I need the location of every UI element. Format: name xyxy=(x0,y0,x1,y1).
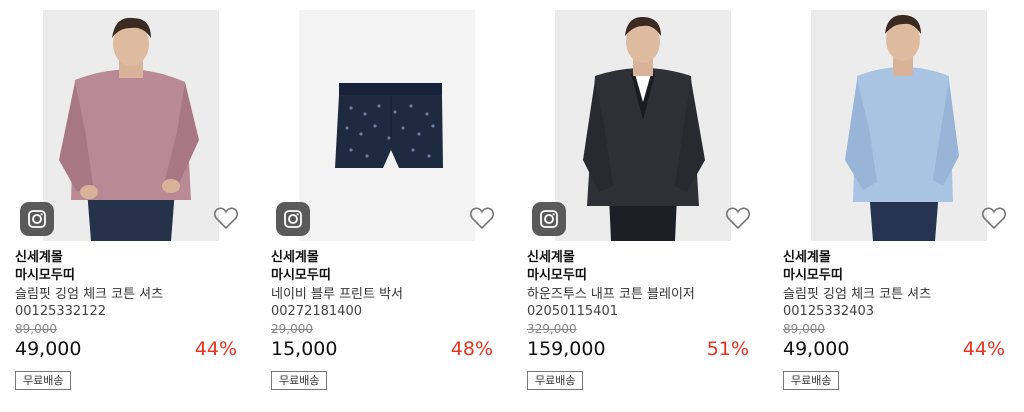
instagram-icon[interactable] xyxy=(276,202,310,236)
price-row: 15,000 48% xyxy=(271,337,503,361)
heart-outline-icon[interactable] xyxy=(213,206,239,230)
product-code: 00272181400 xyxy=(271,304,362,319)
sale-price: 49,000 xyxy=(15,338,82,360)
free-shipping-badge: 무료배송 xyxy=(527,371,584,390)
instagram-icon[interactable] xyxy=(20,202,54,236)
heart-outline-icon[interactable] xyxy=(981,206,1007,230)
sale-price: 15,000 xyxy=(271,338,338,360)
product-code: 00125332403 xyxy=(783,304,874,319)
product-grid: 신세계몰 마시모두띠 슬림핏 깅엄 체크 코튼 셔츠 00125332122 8… xyxy=(0,0,1024,412)
brand-name[interactable]: 마시모두띠 xyxy=(15,267,247,285)
product-name[interactable]: 네이비 블루 프린트 박서 xyxy=(271,286,503,304)
product-image[interactable] xyxy=(783,10,1015,241)
product-card[interactable]: 신세계몰 마시모두띠 슬림핏 깅엄 체크 코튼 셔츠 00125332122 8… xyxy=(15,10,247,390)
product-card[interactable]: 신세계몰 마시모두띠 네이비 블루 프린트 박서 00272181400 29,… xyxy=(271,10,503,390)
product-name[interactable]: 하운즈투스 내프 코튼 블레이저 xyxy=(527,286,759,304)
original-price: 29,000 xyxy=(271,322,313,336)
product-card[interactable]: 신세계몰 마시모두띠 하운즈투스 내프 코튼 블레이저 02050115401 … xyxy=(527,10,759,390)
product-image[interactable] xyxy=(271,10,503,241)
brand-name[interactable]: 마시모두띠 xyxy=(271,267,503,285)
product-image[interactable] xyxy=(527,10,759,241)
mall-name: 신세계몰 xyxy=(271,250,319,265)
mall-name: 신세계몰 xyxy=(783,250,831,265)
original-price: 89,000 xyxy=(15,322,57,336)
brand-name[interactable]: 마시모두띠 xyxy=(527,267,759,285)
heart-outline-icon[interactable] xyxy=(725,206,751,230)
price-row: 159,000 51% xyxy=(527,337,759,361)
product-info: 신세계몰 마시모두띠 하운즈투스 내프 코튼 블레이저 02050115401 … xyxy=(527,241,759,390)
product-name[interactable]: 슬림핏 깅엄 체크 코튼 셔츠 xyxy=(15,286,247,304)
price-row: 49,000 44% xyxy=(15,337,247,361)
product-image[interactable] xyxy=(15,10,247,241)
original-price: 329,000 xyxy=(527,322,577,336)
price-row: 49,000 44% xyxy=(783,337,1015,361)
product-code: 02050115401 xyxy=(527,304,618,319)
product-code: 00125332122 xyxy=(15,304,106,319)
mall-name: 신세계몰 xyxy=(527,250,575,265)
discount-rate: 51% xyxy=(706,338,749,360)
free-shipping-badge: 무료배송 xyxy=(783,371,840,390)
instagram-icon[interactable] xyxy=(532,202,566,236)
free-shipping-badge: 무료배송 xyxy=(271,371,328,390)
product-info: 신세계몰 마시모두띠 슬림핏 깅엄 체크 코튼 셔츠 00125332122 8… xyxy=(15,241,247,390)
discount-rate: 48% xyxy=(450,338,493,360)
sale-price: 49,000 xyxy=(783,338,850,360)
heart-outline-icon[interactable] xyxy=(469,206,495,230)
brand-name[interactable]: 마시모두띠 xyxy=(783,267,1015,285)
original-price: 89,000 xyxy=(783,322,825,336)
sale-price: 159,000 xyxy=(527,338,606,360)
mall-name: 신세계몰 xyxy=(15,250,63,265)
product-name[interactable]: 슬림핏 깅엄 체크 코튼 셔츠 xyxy=(783,286,1015,304)
product-card[interactable]: 신세계몰 마시모두띠 슬림핏 깅엄 체크 코튼 셔츠 00125332403 8… xyxy=(783,10,1015,390)
discount-rate: 44% xyxy=(962,338,1005,360)
product-info: 신세계몰 마시모두띠 슬림핏 깅엄 체크 코튼 셔츠 00125332403 8… xyxy=(783,241,1015,390)
product-info: 신세계몰 마시모두띠 네이비 블루 프린트 박서 00272181400 29,… xyxy=(271,241,503,390)
discount-rate: 44% xyxy=(194,338,237,360)
free-shipping-badge: 무료배송 xyxy=(15,371,72,390)
